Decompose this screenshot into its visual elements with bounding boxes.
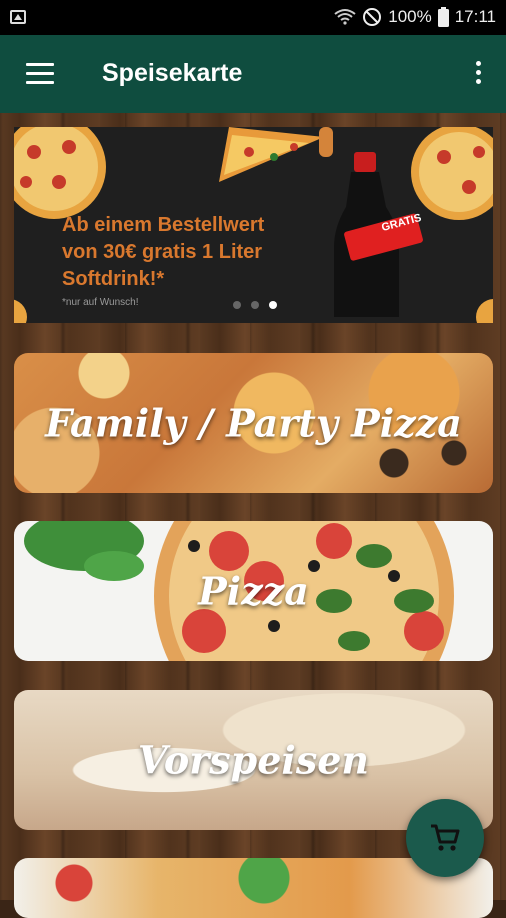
category-card-pizza[interactable]: Pizza <box>14 521 493 661</box>
image-notification-icon <box>10 10 26 24</box>
category-label: Family / Party Pizza <box>45 400 462 446</box>
carousel-dot[interactable] <box>251 301 259 309</box>
overflow-menu-icon[interactable] <box>476 61 482 87</box>
menu-icon[interactable] <box>26 63 54 85</box>
promo-line-3: Softdrink!* <box>62 268 165 290</box>
carousel-indicator <box>233 301 277 309</box>
promo-banner[interactable]: GRATIS Ab einem Bestellwert von 30€ grat… <box>14 127 493 323</box>
status-bar: 100% 17:11 <box>0 0 506 35</box>
cart-icon <box>431 824 460 851</box>
battery-percentage: 100% <box>388 7 432 26</box>
battery-icon <box>437 7 449 27</box>
category-label: Pizza <box>198 568 309 614</box>
carousel-dot-active[interactable] <box>269 301 277 309</box>
wifi-icon <box>334 9 356 25</box>
promo-footnote: *nur auf Wunsch! <box>62 297 139 308</box>
cart-button[interactable] <box>406 799 484 877</box>
clock: 17:11 <box>454 7 496 26</box>
do-not-disturb-icon <box>363 8 382 26</box>
promo-text: Ab einem Bestellwert von 30€ gratis 1 Li… <box>62 212 264 293</box>
promo-line-1: Ab einem Bestellwert <box>62 214 265 236</box>
carousel-dot[interactable] <box>233 301 241 309</box>
promo-line-2: von 30€ gratis 1 Liter <box>62 241 263 263</box>
category-label: Vorspeisen <box>137 737 370 783</box>
page-title: Speisekarte <box>102 59 243 87</box>
app-bar: Speisekarte <box>0 35 506 113</box>
category-card-family-party-pizza[interactable]: Family / Party Pizza <box>14 353 493 493</box>
